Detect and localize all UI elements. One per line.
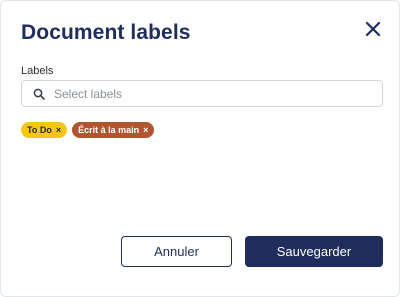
search-icon	[32, 87, 46, 101]
save-button[interactable]: Sauvegarder	[245, 236, 383, 267]
labels-search-input[interactable]	[54, 86, 354, 101]
labels-field-label: Labels	[21, 65, 54, 77]
cancel-button[interactable]: Annuler	[121, 236, 232, 267]
selected-labels: To Do × Écrit à la main ×	[21, 122, 155, 138]
label-chip-todo[interactable]: To Do ×	[21, 122, 68, 138]
close-icon	[365, 21, 381, 37]
remove-label-icon[interactable]: ×	[143, 125, 148, 135]
document-labels-dialog: Document labels Labels To Do × Écrit à l…	[0, 0, 400, 297]
labels-search-box[interactable]	[21, 80, 383, 107]
dialog-title: Document labels	[21, 21, 191, 44]
label-chip-ecrit-a-la-main[interactable]: Écrit à la main ×	[72, 122, 155, 138]
remove-label-icon[interactable]: ×	[56, 125, 61, 135]
label-chip-text: Écrit à la main	[78, 125, 140, 135]
close-button[interactable]	[362, 18, 384, 40]
label-chip-text: To Do	[27, 125, 52, 135]
